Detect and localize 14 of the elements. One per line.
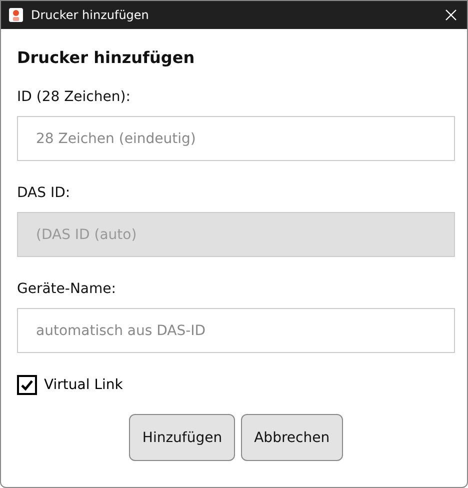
dialog-button[interactable]: Hinzufügen	[129, 414, 236, 461]
field-label: DAS ID:	[17, 185, 72, 201]
checkmark-icon	[20, 378, 34, 392]
window-title: Drucker hinzufügen	[31, 8, 150, 22]
field-label: ID (28 Zeichen):	[17, 89, 132, 105]
input-field[interactable]: 28 Zeichen (eindeutig)	[17, 116, 455, 161]
app-icon	[9, 8, 23, 22]
dialog-heading: Drucker hinzufügen	[17, 48, 196, 67]
dialog-button[interactable]: Abbrechen	[241, 414, 343, 461]
close-icon[interactable]	[445, 9, 457, 21]
field-label: Geräte-Name:	[17, 281, 117, 297]
checkbox[interactable]	[17, 375, 37, 395]
input-field[interactable]: automatisch aus DAS-ID	[17, 308, 455, 353]
checkbox-label: Virtual Link	[44, 377, 123, 393]
